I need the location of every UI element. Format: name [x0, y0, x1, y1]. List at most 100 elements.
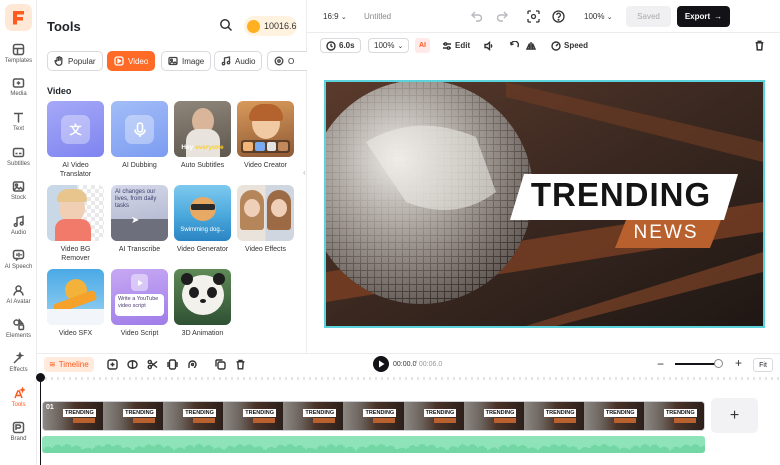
video-clip[interactable]: TRENDING TRENDING TRENDING TRENDING TRENDING…	[42, 401, 705, 431]
saved-button[interactable]: Saved	[626, 6, 671, 27]
tool-card-video-generator[interactable]: Swimming dog... Video Generator	[174, 185, 231, 254]
playhead-handle[interactable]	[36, 373, 45, 382]
tools-panel: Tools 10016.6 Popular Video Image Audio …	[37, 0, 307, 353]
sidebar-item-label: Subtitles	[6, 161, 30, 167]
chevron-down-icon: ⌄	[397, 42, 404, 50]
zoom-slider-handle[interactable]	[714, 359, 723, 368]
tab-popular[interactable]: Popular	[47, 51, 103, 71]
speed-button[interactable]: Speed	[551, 38, 588, 53]
clip-frame: TRENDING	[163, 402, 224, 430]
elements-icon	[13, 318, 25, 331]
tool-card-video-effects[interactable]: Video Effects	[237, 185, 294, 254]
delete-icon[interactable]	[754, 38, 765, 53]
sidebar-item-label: Elements	[5, 333, 31, 339]
tools-icon	[14, 387, 25, 399]
collapse-panel-chevron-icon[interactable]: ‹	[303, 168, 311, 188]
tool-card-ai-video-translator[interactable]: 文 AI Video Translator	[47, 101, 104, 179]
sidebar-item-ai-avatar[interactable]: AI Avatar	[0, 284, 37, 318]
export-button[interactable]: Export →	[677, 6, 730, 27]
rotate-icon[interactable]	[509, 38, 519, 53]
duplicate-icon[interactable]	[215, 359, 226, 370]
edit-button[interactable]: Edit	[442, 38, 470, 53]
delete-clip-icon[interactable]	[235, 359, 246, 370]
sidebar-item-ai-speech[interactable]: AI Speech	[0, 249, 37, 283]
zoom-select[interactable]: 100% ⌄	[584, 12, 613, 21]
sidebar-item-stock[interactable]: Stock	[0, 180, 37, 214]
zoom-out-icon[interactable]: −	[657, 357, 664, 371]
tab-audio[interactable]: Audio	[214, 51, 263, 71]
scale-select[interactable]: 100% ⌄	[368, 38, 410, 53]
ai-button[interactable]: AI	[415, 38, 430, 53]
volume-icon[interactable]	[484, 38, 494, 53]
panel-title: Tools	[47, 19, 81, 34]
zoom-in-icon[interactable]: +	[735, 356, 742, 370]
ai-speech-icon	[12, 249, 25, 262]
sidebar-item-label: AI Speech	[4, 264, 33, 270]
chevron-down-icon: ⌄	[340, 14, 347, 21]
sidebar-item-label: Audio	[10, 230, 27, 236]
tool-card-ai-dubbing[interactable]: AI Dubbing	[111, 101, 168, 170]
ai-avatar-icon	[13, 285, 24, 296]
tool-card-ai-transcribe[interactable]: AI changes our lives, from daily tasks ➤…	[111, 185, 168, 254]
sidebar-item-label: AI Avatar	[6, 299, 31, 305]
stock-icon	[12, 181, 25, 192]
sidebar-item-audio[interactable]: Audio	[0, 215, 37, 249]
audio-waveform	[42, 444, 705, 453]
trim-icon[interactable]	[167, 359, 178, 370]
playhead[interactable]	[40, 376, 41, 465]
tool-card-video-creator[interactable]: Video Creator	[237, 101, 294, 170]
screenshot-icon[interactable]	[527, 10, 540, 26]
split-icon[interactable]	[127, 359, 138, 370]
sidebar-item-subtitles[interactable]: Subtitles	[0, 146, 37, 180]
effects-icon	[13, 352, 25, 364]
audio-track[interactable]	[42, 436, 705, 453]
tool-card-video-sfx[interactable]: Video SFX	[47, 269, 104, 338]
timeline-zoom-slider[interactable]	[675, 363, 719, 365]
help-icon[interactable]	[552, 10, 565, 26]
redo-icon[interactable]	[496, 11, 508, 25]
sidebar-item-templates[interactable]: Templates	[0, 43, 37, 77]
sidebar-item-tools[interactable]: Tools	[0, 387, 37, 421]
tool-card-video-script[interactable]: Write a YouTube video script Video Scrip…	[111, 269, 168, 338]
hand-icon	[54, 56, 63, 66]
speedometer-icon	[551, 40, 561, 51]
credits-badge[interactable]: 10016.6	[244, 16, 297, 36]
duration-button[interactable]: 6.0s	[320, 38, 361, 53]
aspect-ratio-select[interactable]: 16:9 ⌄	[323, 12, 347, 21]
sidebar-item-brand[interactable]: Brand	[0, 421, 37, 455]
clip-frame-label: TRENDING	[303, 409, 337, 417]
tool-card-3d-animation[interactable]: 3D Animation	[174, 269, 231, 338]
play-button[interactable]	[373, 356, 389, 372]
credits-value: 10016.6	[264, 21, 297, 31]
tool-card-video-bg-remover[interactable]: Video BG Remover	[47, 185, 104, 263]
app-logo[interactable]	[5, 4, 32, 31]
sidebar-item-label: Text	[12, 126, 24, 132]
document-title[interactable]: Untitled	[364, 12, 391, 21]
templates-icon	[12, 43, 25, 56]
fit-button[interactable]: Fit	[753, 358, 773, 372]
sidebar-item-text[interactable]: Text	[0, 111, 37, 145]
left-rail: Templates Media Text Subtitles Stock Audio AI …	[0, 0, 37, 465]
add-clip-button[interactable]: +	[711, 398, 758, 433]
add-icon[interactable]	[107, 359, 118, 370]
sidebar-item-effects[interactable]: Effects	[0, 352, 37, 386]
tab-video[interactable]: Video	[107, 51, 156, 71]
timeline-ruler[interactable]	[37, 373, 780, 381]
tab-other[interactable]: O	[267, 51, 307, 71]
voice-icon[interactable]	[187, 359, 198, 370]
scissors-icon[interactable]	[147, 359, 158, 370]
sidebar-item-media[interactable]: Media	[0, 76, 37, 110]
sidebar-item-elements[interactable]: Elements	[0, 318, 37, 352]
clip-number: 01	[46, 404, 54, 411]
clip-frame: TRENDING	[463, 402, 524, 430]
tab-image[interactable]: Image	[161, 51, 212, 71]
timeline-toggle[interactable]: ≋ Timeline	[44, 357, 94, 372]
clip-toolbar: 6.0s 100% ⌄ AI Edit Speed	[317, 34, 777, 57]
search-icon[interactable]	[219, 18, 233, 32]
flip-icon[interactable]	[526, 38, 536, 53]
undo-icon[interactable]	[471, 11, 483, 25]
tool-card-auto-subtitles[interactable]: Hey everyone Auto Subtitles	[174, 101, 231, 170]
video-preview-canvas[interactable]: TRENDING NEWS	[324, 80, 765, 328]
clip-frame: TRENDING	[283, 402, 344, 430]
arrow-right-icon: →	[714, 12, 723, 21]
